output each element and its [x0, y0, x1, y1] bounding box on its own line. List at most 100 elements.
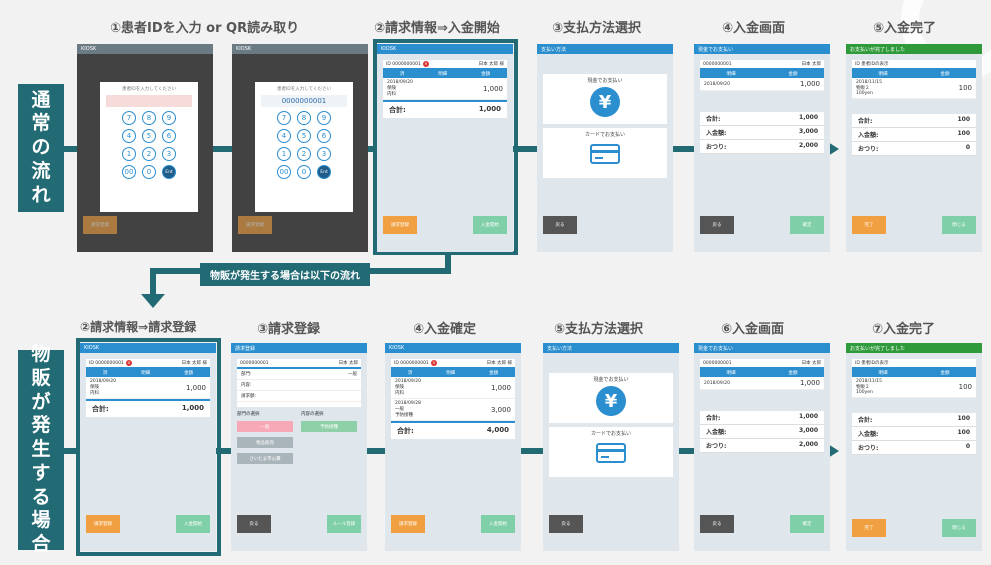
- dept-option[interactable]: 物品販売: [237, 437, 293, 448]
- dept-label: 部門:: [241, 372, 252, 377]
- row-amount: 100: [958, 383, 972, 391]
- cancel-button[interactable]: 請求登録: [238, 216, 272, 234]
- patient-id: 0000000001: [392, 62, 421, 67]
- card-option[interactable]: カードでお支払い: [543, 128, 667, 178]
- keypad-prompt: 患者IDを入力してください: [121, 87, 177, 92]
- dept-option[interactable]: さいたま市公費: [237, 453, 293, 464]
- sum-paid: 入金額: 3,000: [700, 126, 824, 140]
- cancel-button[interactable]: 請求登録: [83, 216, 117, 234]
- table-header: 明細 金額: [852, 369, 976, 377]
- key-6[interactable]: 6: [317, 129, 331, 143]
- key-8[interactable]: 8: [142, 111, 156, 125]
- patient-id-input[interactable]: 0000000001: [261, 95, 347, 107]
- key-enter[interactable]: Ent: [162, 165, 176, 179]
- row-date: 2018/09/20: [90, 379, 116, 384]
- billing-card: ID 0000000001 × 日本 太郎 様 済 明細 金額 2018/09/20 保…: [383, 60, 507, 118]
- back-button[interactable]: 戻る: [700, 216, 734, 234]
- row-date: 2018/09/20: [704, 81, 730, 87]
- back-button[interactable]: 戻る: [237, 515, 271, 533]
- table-row[interactable]: 2018/09/20 保険 内科 1,000: [383, 78, 507, 100]
- card-option[interactable]: カードでお支払い: [549, 427, 673, 477]
- table-header: 済 明細 金額: [391, 369, 515, 377]
- clear-icon[interactable]: ×: [430, 360, 437, 366]
- key-00[interactable]: 00: [277, 165, 291, 179]
- register-billing-button[interactable]: 請求登録: [391, 515, 425, 533]
- key-4[interactable]: 4: [277, 129, 291, 143]
- key-enter[interactable]: Ent: [317, 165, 331, 179]
- patient-name: 日本 太郎: [338, 361, 358, 366]
- key-2[interactable]: 2: [142, 147, 156, 161]
- row-kind: 保険: [90, 385, 99, 390]
- key-0[interactable]: 0: [297, 165, 311, 179]
- key-7[interactable]: 7: [277, 111, 291, 125]
- patient-id: 0000000001: [400, 361, 429, 366]
- col-no: 済: [102, 371, 108, 376]
- cash-option[interactable]: 現金でお支払い ¥: [549, 373, 673, 423]
- label: 入金額:: [858, 431, 879, 438]
- row-dept: 予防接種: [395, 413, 413, 418]
- start-payment-button[interactable]: 入金開始: [473, 216, 507, 234]
- back-button[interactable]: 戻る: [543, 216, 577, 234]
- done-button[interactable]: 完了: [852, 519, 886, 537]
- table-row[interactable]: 2018/09/28 一般 予防接種 3,000: [391, 399, 515, 421]
- col-detail: 明細: [878, 72, 888, 77]
- key-00[interactable]: 00: [122, 165, 136, 179]
- value: 3,000: [799, 128, 818, 135]
- key-1[interactable]: 1: [122, 147, 136, 161]
- key-5[interactable]: 5: [142, 129, 156, 143]
- label: 合計:: [706, 415, 721, 422]
- value: 100: [957, 116, 970, 123]
- key-2[interactable]: 2: [297, 147, 311, 161]
- step-title: ⑤支払方法選択: [554, 322, 644, 337]
- patient-id: 0000000001: [703, 360, 732, 366]
- back-button[interactable]: 戻る: [700, 515, 734, 533]
- screen-header: 現金でお支払い: [694, 44, 830, 54]
- cash-option[interactable]: 現金でお支払い ¥: [543, 74, 667, 124]
- key-5[interactable]: 5: [297, 129, 311, 143]
- confirm-button[interactable]: 確定: [790, 216, 824, 234]
- key-9[interactable]: 9: [162, 111, 176, 125]
- cancel-button[interactable]: 請求登録: [383, 216, 417, 234]
- table-row[interactable]: 2018/09/20 保険 内科 1,000: [86, 377, 210, 399]
- key-9[interactable]: 9: [317, 111, 331, 125]
- key-7[interactable]: 7: [122, 111, 136, 125]
- back-button[interactable]: 戻る: [549, 515, 583, 533]
- row-label-char: 合: [31, 533, 51, 556]
- step-title: ②請求情報⇒請求登録: [80, 320, 197, 334]
- row-label-char: 通: [31, 88, 51, 111]
- patient-id-input[interactable]: [106, 95, 192, 107]
- start-payment-button[interactable]: 入金開始: [176, 515, 210, 533]
- row-detail: 2018/09/20 保険 内科: [90, 379, 116, 396]
- sum-total: 合計: 100: [852, 413, 976, 427]
- patient-name: 日本 太郎 様: [487, 360, 512, 366]
- screen-billing-info: KIOSK ID 0000000001 × 日本 太郎 様 済 明細 金額 2018/…: [377, 44, 513, 252]
- honorific: 様: [499, 62, 505, 67]
- col-amount: 金額: [489, 371, 499, 376]
- dept-option[interactable]: 一般: [237, 421, 293, 432]
- key-0[interactable]: 0: [142, 165, 156, 179]
- cash-label: 現金でお支払い: [593, 377, 629, 383]
- value: 0: [965, 144, 970, 151]
- register-billing-button[interactable]: 請求登録: [86, 515, 120, 533]
- row-amount: 1,000: [482, 84, 503, 93]
- screen-payment-method: 支払い方法 現金でお支払い ¥ カードでお支払い 戻る: [543, 343, 679, 551]
- content-label: 内容:: [241, 383, 252, 388]
- key-8[interactable]: 8: [297, 111, 311, 125]
- start-payment-button[interactable]: 入金開始: [481, 515, 515, 533]
- rule-register-button[interactable]: ルール登録: [327, 515, 361, 533]
- done-button[interactable]: 完了: [852, 216, 886, 234]
- close-button[interactable]: 閉じる: [942, 519, 976, 537]
- key-1[interactable]: 1: [277, 147, 291, 161]
- table-row[interactable]: 2018/09/20 保険 内科 1,000: [391, 377, 515, 399]
- clear-icon[interactable]: ×: [422, 61, 429, 67]
- key-3[interactable]: 3: [317, 147, 331, 161]
- key-3[interactable]: 3: [162, 147, 176, 161]
- close-button[interactable]: 閉じる: [942, 216, 976, 234]
- key-6[interactable]: 6: [162, 129, 176, 143]
- row-label-char: 流: [31, 159, 51, 182]
- clear-icon[interactable]: ×: [125, 360, 132, 366]
- confirm-button[interactable]: 確定: [790, 515, 824, 533]
- row-unit: 100yen: [856, 91, 873, 96]
- content-option[interactable]: 予防接種: [301, 421, 357, 432]
- key-4[interactable]: 4: [122, 129, 136, 143]
